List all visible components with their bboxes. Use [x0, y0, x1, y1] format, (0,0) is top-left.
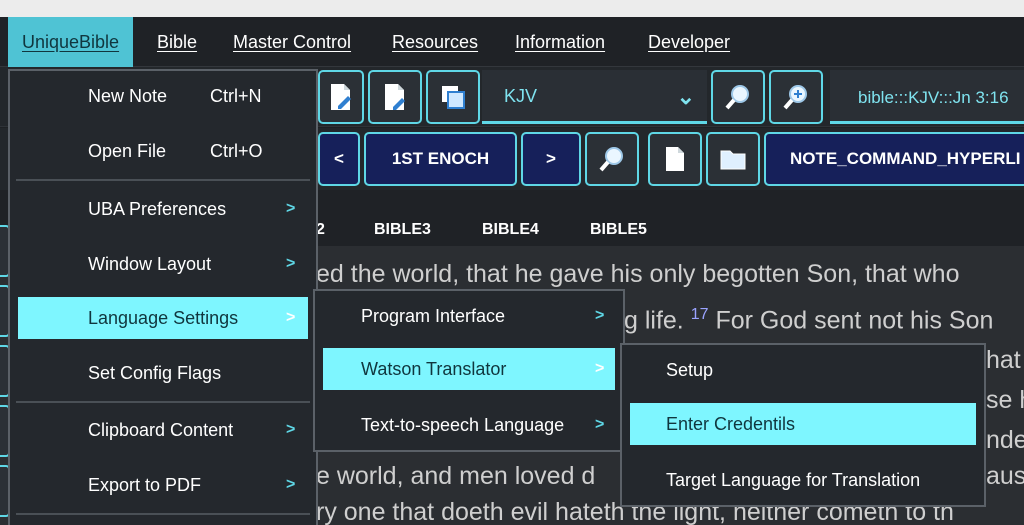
menu-item-export-pdf[interactable]: Export to PDF > [10, 464, 316, 506]
text-line-2: g life. 17 For God sent not his Son [624, 306, 993, 335]
note-edit-icon [331, 84, 351, 110]
windows-icon [442, 86, 465, 109]
chevron-right-icon: > [286, 255, 296, 272]
watson-translator-submenu: Setup Enter Credentils Target Language f… [620, 343, 986, 507]
uniquebible-menu: New Note Ctrl+N Open File Ctrl+O UBA Pre… [8, 69, 318, 525]
edit-note-button[interactable] [318, 70, 364, 124]
chevron-right-icon: > [286, 421, 296, 438]
menu-item-clipboard-content[interactable]: Clipboard Content > [10, 409, 316, 451]
menu-item-program-interface[interactable]: Program Interface > [315, 295, 623, 337]
chevron-right-icon: > [286, 476, 296, 493]
menu-item-label: Set Config Flags [88, 362, 222, 383]
menu-item-setup[interactable]: Setup [622, 349, 984, 391]
menu-separator [16, 401, 310, 403]
reference-input[interactable]: bible:::KJV:::Jn 3:16 [830, 70, 1024, 124]
search-icon [599, 147, 623, 172]
menu-item-label: Program Interface [361, 305, 506, 326]
new-file-button[interactable] [648, 132, 702, 186]
previous-button[interactable]: < [318, 132, 360, 186]
file-icon [666, 147, 684, 171]
text-line-6-end: aus [986, 462, 1024, 490]
menu-item-label: New Note [88, 85, 168, 106]
menu-uniquebible[interactable]: UniqueBible [8, 17, 134, 67]
tab-bible4[interactable]: BIBLE4 [482, 221, 539, 239]
chevron-down-icon: ⌄ [676, 84, 695, 109]
text-line-2-post: For God sent not his Son [715, 306, 994, 335]
open-folder-button[interactable] [706, 132, 760, 186]
verse-number-17[interactable]: 17 [691, 306, 709, 323]
book-search-button[interactable] [585, 132, 639, 186]
menu-item-open-file[interactable]: Open File Ctrl+O [10, 130, 316, 172]
note-command-button[interactable]: NOTE_COMMAND_HYPERLI [764, 132, 1024, 186]
menu-item-uba-preferences[interactable]: UBA Preferences > [10, 188, 316, 230]
previous-label: < [334, 149, 344, 168]
save-note-button[interactable] [368, 70, 422, 124]
menu-item-label: Text-to-speech Language [361, 414, 565, 435]
text-line-3: hat [986, 346, 1021, 374]
menu-separator [16, 179, 310, 181]
menu-item-window-layout[interactable]: Window Layout > [10, 243, 316, 285]
note-command-label: NOTE_COMMAND_HYPERLI [790, 149, 1021, 168]
menu-item-label: Target Language for Translation [666, 469, 921, 490]
text-line-2-pre: g life. [624, 306, 684, 335]
shortcut-label: Ctrl+O [210, 140, 263, 161]
next-label: > [546, 149, 556, 168]
text-line-1: ed the world, that he gave his only bego… [316, 260, 960, 288]
chevron-right-icon: > [286, 200, 296, 217]
chevron-right-icon: > [595, 416, 605, 433]
folder-icon [720, 150, 746, 170]
chevron-right-icon: > [595, 360, 605, 377]
language-settings-submenu: Program Interface > Watson Translator > … [313, 289, 625, 452]
menu-item-label: Open File [88, 140, 167, 161]
menu-item-watson-translator[interactable]: Watson Translator > [323, 348, 615, 390]
menu-developer[interactable]: Developer [648, 17, 730, 67]
menu-item-label: Clipboard Content [88, 419, 234, 440]
chevron-right-icon: > [286, 309, 296, 326]
menu-bible[interactable]: Bible [157, 17, 197, 67]
menu-item-new-note[interactable]: New Note Ctrl+N [10, 75, 316, 117]
menu-item-language-settings[interactable]: Language Settings > [18, 297, 308, 339]
tab-bible3[interactable]: BIBLE3 [374, 221, 431, 239]
menu-item-label: UBA Preferences [88, 198, 227, 219]
search-icon [725, 85, 749, 110]
shortcut-label: Ctrl+N [210, 85, 262, 106]
menu-item-label: Setup [666, 359, 714, 380]
book-label: 1ST ENOCH [391, 149, 490, 168]
bible-version-combo[interactable]: KJV ⌄ [482, 70, 707, 124]
window-title-strip [0, 0, 1024, 17]
menu-item-label: Export to PDF [88, 474, 202, 495]
compare-button[interactable] [426, 70, 480, 124]
menubar: UniqueBible Bible Master Control Resourc… [0, 17, 1024, 67]
search-button[interactable] [711, 70, 765, 124]
text-line-4: se h [986, 386, 1024, 414]
menu-item-set-config-flags[interactable]: Set Config Flags [10, 352, 316, 394]
zoom-in-button[interactable] [769, 70, 823, 124]
chevron-right-icon: > [595, 307, 605, 324]
text-line-6-pre: e world, and men loved d [316, 462, 596, 490]
zoom-in-icon [783, 85, 807, 110]
bible-version-value: KJV [504, 86, 538, 106]
menu-information[interactable]: Information [515, 17, 605, 67]
menu-master-control[interactable]: Master Control [233, 17, 351, 67]
menu-item-text-to-speech[interactable]: Text-to-speech Language > [315, 404, 623, 446]
next-button[interactable]: > [521, 132, 581, 186]
menu-item-label: Watson Translator [361, 358, 507, 379]
menu-item-label: Enter Credentils [666, 413, 796, 434]
reference-value: bible:::KJV:::Jn 3:16 [858, 88, 1009, 107]
menu-separator [16, 513, 310, 515]
menu-item-label: Language Settings [88, 307, 239, 328]
note-save-icon [385, 84, 405, 110]
book-button[interactable]: 1ST ENOCH [364, 132, 517, 186]
menu-resources[interactable]: Resources [392, 17, 478, 67]
tab-bible5[interactable]: BIBLE5 [590, 221, 647, 239]
text-line-6: e world, and men loved d [316, 462, 595, 491]
menu-item-label: Window Layout [88, 253, 212, 274]
menu-item-target-language[interactable]: Target Language for Translation [622, 459, 984, 501]
menu-item-enter-credentials[interactable]: Enter Credentils [630, 403, 976, 445]
text-line-5: nde [986, 426, 1024, 454]
